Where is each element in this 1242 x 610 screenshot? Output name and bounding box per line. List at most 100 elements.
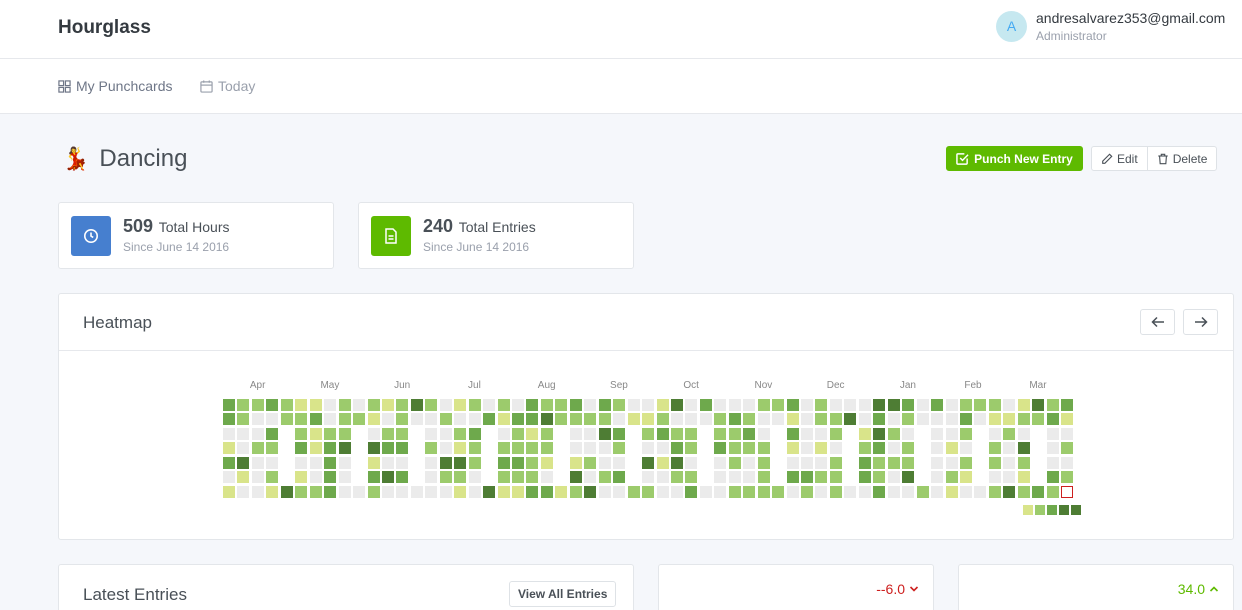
heatmap-cell[interactable] <box>931 442 944 455</box>
heatmap-cell[interactable] <box>902 471 915 484</box>
heatmap-cell[interactable] <box>902 456 915 469</box>
heatmap-cell[interactable] <box>1003 427 1016 440</box>
heatmap-cell[interactable] <box>584 471 597 484</box>
heatmap-cell[interactable] <box>324 456 337 469</box>
heatmap-cell[interactable] <box>1017 456 1030 469</box>
heatmap-cell[interactable] <box>670 427 683 440</box>
heatmap-today-cell[interactable] <box>1061 485 1074 498</box>
heatmap-cell[interactable] <box>887 456 900 469</box>
heatmap-cell[interactable] <box>512 399 524 411</box>
heatmap-cell[interactable] <box>959 442 972 455</box>
heatmap-cell[interactable] <box>743 427 756 440</box>
heatmap-cell[interactable] <box>858 471 871 484</box>
heatmap-cell[interactable] <box>526 485 539 498</box>
heatmap-cell[interactable] <box>483 413 496 426</box>
heatmap-cell[interactable] <box>959 456 972 469</box>
heatmap-cell[interactable] <box>512 485 524 498</box>
heatmap-cell[interactable] <box>772 485 785 498</box>
heatmap-cell[interactable] <box>945 427 958 440</box>
heatmap-cell[interactable] <box>381 442 394 455</box>
heatmap-cell[interactable] <box>237 456 250 469</box>
heatmap-cell[interactable] <box>266 413 279 426</box>
heatmap-cell[interactable] <box>858 485 871 498</box>
heatmap-cell[interactable] <box>699 413 712 426</box>
heatmap-cell[interactable] <box>540 427 553 440</box>
heatmap-cell[interactable] <box>512 442 524 455</box>
heatmap-cell[interactable] <box>251 456 264 469</box>
heatmap-cell[interactable] <box>540 399 553 411</box>
heatmap-cell[interactable] <box>815 442 828 455</box>
heatmap-cell[interactable] <box>642 442 655 455</box>
heatmap-cell[interactable] <box>251 471 264 484</box>
heatmap-cell[interactable] <box>685 471 698 484</box>
heatmap-cell[interactable] <box>1061 442 1074 455</box>
heatmap-cell[interactable] <box>685 485 698 498</box>
heatmap-cell[interactable] <box>714 456 727 469</box>
heatmap-cell[interactable] <box>945 471 958 484</box>
heatmap-cell[interactable] <box>598 427 611 440</box>
heatmap-cell[interactable] <box>642 485 655 498</box>
heatmap-cell[interactable] <box>757 399 770 411</box>
heatmap-cell[interactable] <box>439 471 452 484</box>
heatmap-cell[interactable] <box>266 485 279 498</box>
heatmap-cell[interactable] <box>512 427 524 440</box>
heatmap-cell[interactable] <box>959 485 972 498</box>
heatmap-cell[interactable] <box>454 427 467 440</box>
heatmap-cell[interactable] <box>1017 485 1030 498</box>
heatmap-cell[interactable] <box>439 456 452 469</box>
heatmap-cell[interactable] <box>540 442 553 455</box>
heatmap-cell[interactable] <box>497 485 510 498</box>
nav-item-my-punchcards[interactable]: My Punchcards <box>58 78 172 94</box>
heatmap-cell[interactable] <box>598 485 611 498</box>
heatmap-cell[interactable] <box>512 471 524 484</box>
heatmap-cell[interactable] <box>931 427 944 440</box>
heatmap-cell[interactable] <box>670 413 683 426</box>
heatmap-cell[interactable] <box>381 471 394 484</box>
heatmap-cell[interactable] <box>728 442 741 455</box>
next-year-button[interactable] <box>1183 309 1218 335</box>
heatmap-cell[interactable] <box>801 485 813 498</box>
heatmap-cell[interactable] <box>425 471 438 484</box>
heatmap-cell[interactable] <box>425 413 438 426</box>
heatmap-cell[interactable] <box>642 471 655 484</box>
heatmap-cell[interactable] <box>887 413 900 426</box>
heatmap-cell[interactable] <box>801 442 813 455</box>
heatmap-cell[interactable] <box>1046 399 1059 411</box>
heatmap-cell[interactable] <box>280 399 293 411</box>
heatmap-cell[interactable] <box>699 485 712 498</box>
heatmap-cell[interactable] <box>338 485 351 498</box>
heatmap-cell[interactable] <box>468 413 481 426</box>
heatmap-cell[interactable] <box>988 427 1001 440</box>
heatmap-cell[interactable] <box>757 456 770 469</box>
heatmap-cell[interactable] <box>873 442 886 455</box>
heatmap-cell[interactable] <box>902 413 915 426</box>
heatmap-cell[interactable] <box>627 485 640 498</box>
heatmap-cell[interactable] <box>829 471 842 484</box>
heatmap-cell[interactable] <box>685 442 698 455</box>
heatmap-cell[interactable] <box>338 399 351 411</box>
heatmap-cell[interactable] <box>295 485 308 498</box>
punch-new-entry-button[interactable]: Punch New Entry <box>946 146 1083 171</box>
heatmap-cell[interactable] <box>468 456 481 469</box>
heatmap-cell[interactable] <box>295 413 308 426</box>
heatmap-cell[interactable] <box>988 456 1001 469</box>
heatmap-cell[interactable] <box>425 427 438 440</box>
heatmap-cell[interactable] <box>844 413 857 426</box>
heatmap-cell[interactable] <box>1017 442 1030 455</box>
heatmap-cell[interactable] <box>642 399 655 411</box>
heatmap-cell[interactable] <box>714 442 727 455</box>
heatmap-cell[interactable] <box>584 456 597 469</box>
heatmap-cell[interactable] <box>1046 427 1059 440</box>
heatmap-cell[interactable] <box>266 442 279 455</box>
heatmap-cell[interactable] <box>295 471 308 484</box>
heatmap-cell[interactable] <box>844 485 857 498</box>
heatmap-cell[interactable] <box>454 471 467 484</box>
heatmap-cell[interactable] <box>1061 413 1074 426</box>
heatmap-cell[interactable] <box>959 413 972 426</box>
heatmap-cell[interactable] <box>223 456 235 469</box>
heatmap-cell[interactable] <box>902 485 915 498</box>
heatmap-cell[interactable] <box>483 399 496 411</box>
heatmap-cell[interactable] <box>497 471 510 484</box>
heatmap-cell[interactable] <box>757 485 770 498</box>
heatmap-cell[interactable] <box>454 399 467 411</box>
